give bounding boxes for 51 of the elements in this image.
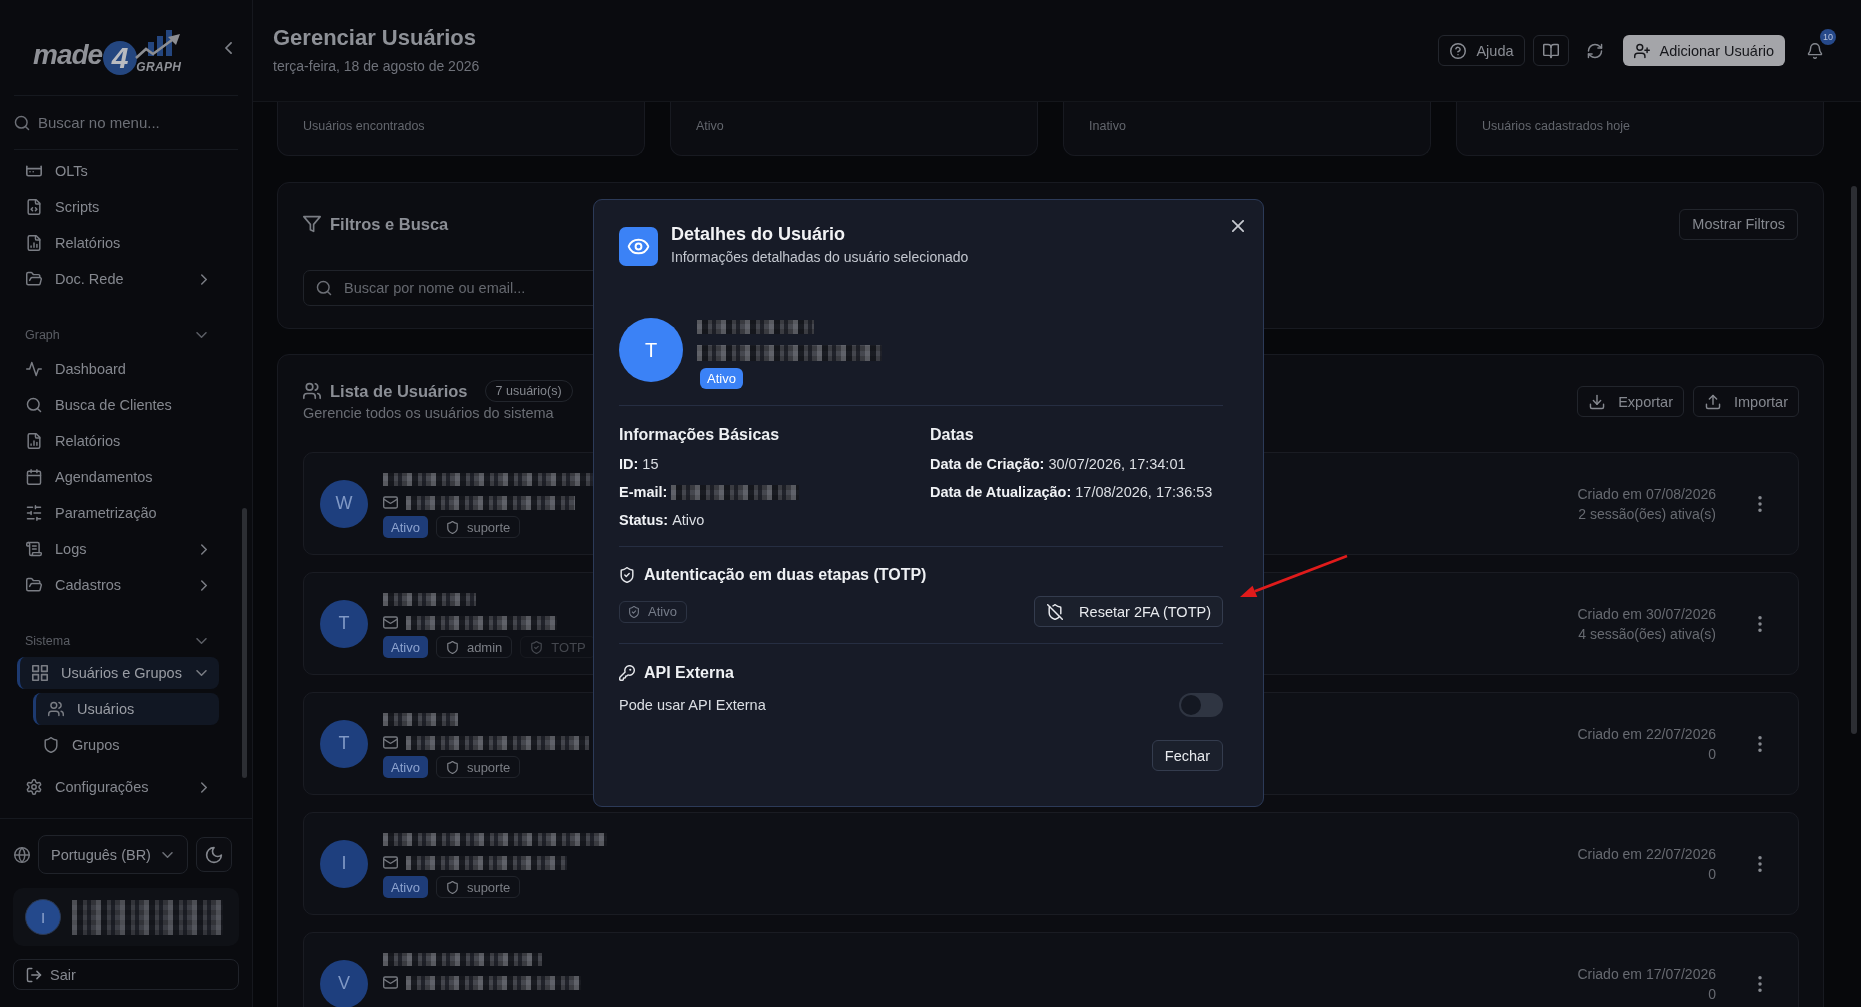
session-count: 0 bbox=[1708, 745, 1716, 762]
section-title: Datas bbox=[930, 425, 975, 445]
status-badge: Ativo bbox=[383, 516, 428, 538]
dialog-title: Detalhes do Usuário bbox=[671, 223, 847, 245]
avatar: T bbox=[320, 599, 368, 648]
totp-status-label: Ativo bbox=[648, 604, 677, 619]
logo-tagline: GRAPH bbox=[136, 61, 182, 73]
page-title: Gerenciar Usuários bbox=[273, 24, 477, 51]
created-date: Criado em 30/07/2026 bbox=[1577, 605, 1716, 622]
stat-label: Inativo bbox=[1089, 119, 1126, 133]
stat-label: Ativo bbox=[696, 119, 724, 133]
card-subtitle: Gerencie todos os usuários do sistema bbox=[303, 404, 555, 422]
detail-field: Status: Ativo bbox=[619, 506, 930, 534]
logo-text: made bbox=[33, 41, 103, 69]
stat-label: Usuários encontrados bbox=[303, 119, 425, 133]
session-count: 2 sessão(ões) ativa(s) bbox=[1578, 505, 1716, 522]
session-count: 0 bbox=[1708, 985, 1716, 1002]
notification-count: 10 bbox=[1820, 28, 1836, 45]
detail-field: Data de Atualização: 17/08/2026, 17:36:53 bbox=[930, 478, 1241, 506]
status-badge: Ativo bbox=[383, 756, 428, 778]
status-badge: Ativo bbox=[383, 876, 428, 898]
dialog-subtitle: Informações detalhadas do usuário selecionado bbox=[671, 249, 969, 266]
setting-label: Pode usar API Externa bbox=[619, 697, 766, 713]
status-badge: Ativo bbox=[700, 368, 743, 389]
stat-label: Usuários cadastrados hoje bbox=[1482, 119, 1630, 133]
avatar: V bbox=[320, 959, 368, 1007]
detail-field: ID: 15 bbox=[619, 450, 930, 478]
detail-field: Data de Criação: 30/07/2026, 17:34:01 bbox=[930, 450, 1241, 478]
created-date: Criado em 07/08/2026 bbox=[1577, 485, 1716, 502]
section-title: Informações Básicas bbox=[619, 425, 781, 445]
avatar: T bbox=[619, 318, 683, 382]
avatar: I bbox=[25, 899, 61, 935]
field-label: E-mail: bbox=[619, 484, 668, 500]
created-date: Criado em 22/07/2026 bbox=[1577, 725, 1716, 742]
status-badge: Ativo bbox=[383, 636, 428, 658]
avatar: I bbox=[320, 839, 368, 888]
created-date: Criado em 22/07/2026 bbox=[1577, 845, 1716, 862]
role-label: suporte bbox=[466, 519, 511, 535]
role-label: admin bbox=[466, 639, 503, 655]
created-date: Criado em 17/07/2026 bbox=[1577, 965, 1716, 982]
role-label: suporte bbox=[466, 879, 511, 895]
avatar: W bbox=[320, 479, 368, 528]
totp-label: TOTP bbox=[551, 639, 586, 655]
logo-digit: 4 bbox=[103, 41, 138, 75]
session-count: 4 sessão(ões) ativa(s) bbox=[1578, 625, 1716, 642]
role-label: suporte bbox=[466, 759, 511, 775]
card-title: Filtros e Busca bbox=[330, 214, 449, 234]
session-count: 0 bbox=[1708, 865, 1716, 882]
avatar: T bbox=[320, 719, 368, 768]
card-title: Lista de Usuários bbox=[330, 381, 468, 401]
page-date: terça-feira, 18 de agosto de 2026 bbox=[273, 57, 480, 74]
